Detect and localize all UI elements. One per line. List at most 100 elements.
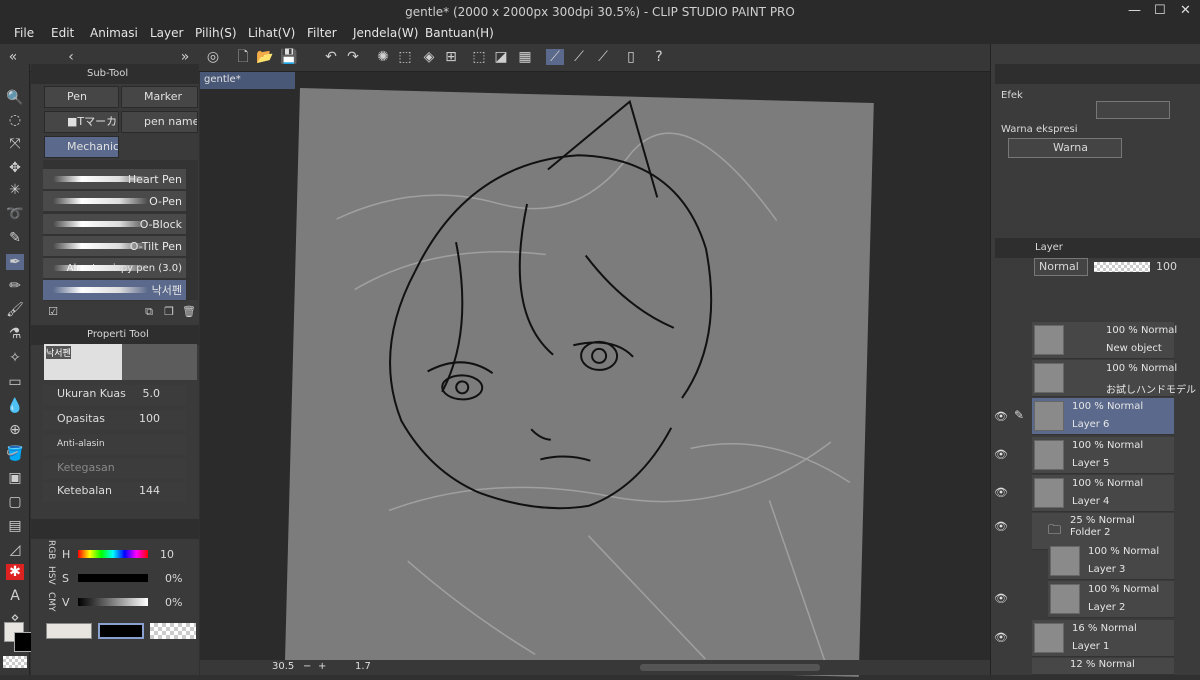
- fill-bucket-icon[interactable]: 🪣: [6, 446, 24, 462]
- gradient-icon[interactable]: ▣: [6, 470, 24, 486]
- menu-jendela[interactable]: Jendela(W): [353, 26, 418, 40]
- eye-icon[interactable]: 👁: [994, 410, 1008, 423]
- layer-opacity-slider[interactable]: [1094, 262, 1150, 272]
- redo-icon[interactable]: ↷: [344, 49, 362, 65]
- hardness-row[interactable]: Ketegasan: [43, 459, 186, 479]
- menu-bantuan[interactable]: Bantuan(H): [425, 26, 494, 40]
- tool-property-tab[interactable]: Properti Tool: [87, 329, 149, 340]
- 3d-icon[interactable]: ⊕: [6, 422, 24, 438]
- brush-o-tilt-pen[interactable]: O-Tilt Pen: [43, 236, 186, 257]
- eye-icon[interactable]: 👁: [994, 592, 1008, 605]
- thickness-row[interactable]: Ketebalan 144: [43, 482, 186, 502]
- menu-edit[interactable]: Edit: [51, 26, 74, 40]
- open-file-icon[interactable]: 📂: [256, 49, 274, 65]
- color-history-transparent[interactable]: [150, 623, 196, 639]
- selection-border-icon[interactable]: ▦: [516, 49, 534, 65]
- menu-lihat[interactable]: Lihat(V): [248, 26, 295, 40]
- layer-row[interactable]: 16 % Normal Layer 1: [1032, 620, 1174, 657]
- hue-slider[interactable]: [78, 550, 148, 558]
- frame-icon[interactable]: ▤: [6, 518, 24, 534]
- brush-heart-pen[interactable]: Heart Pen: [43, 169, 186, 190]
- subtool-settings-icon[interactable]: ☑: [44, 304, 62, 320]
- menu-layer[interactable]: Layer: [150, 26, 183, 40]
- pen-icon[interactable]: ✒: [6, 254, 24, 270]
- eye-icon[interactable]: 👁: [994, 631, 1008, 644]
- snap-grid-icon[interactable]: ⟋: [594, 49, 612, 65]
- undo-icon[interactable]: ↶: [322, 49, 340, 65]
- layer-row[interactable]: 100 % Normal Layer 3: [1048, 543, 1174, 580]
- eraser-icon[interactable]: ▭: [6, 374, 24, 390]
- color-expression-select[interactable]: Warna: [1008, 138, 1122, 158]
- magic-wand-icon[interactable]: ✳: [6, 182, 24, 198]
- subtool-tab[interactable]: Sub-Tool: [87, 68, 128, 79]
- color-history-main[interactable]: [46, 623, 92, 639]
- transform-icon[interactable]: ⊞: [442, 49, 460, 65]
- pencil-icon[interactable]: ✏: [6, 278, 24, 294]
- color-mode-rgb[interactable]: RGB: [46, 540, 56, 559]
- save-icon[interactable]: 💾: [280, 49, 298, 65]
- zoom-value[interactable]: 30.5: [272, 661, 294, 672]
- menu-animasi[interactable]: Animasi: [90, 26, 138, 40]
- deselect-icon[interactable]: ⬚: [470, 49, 488, 65]
- collapse-left-icon[interactable]: «: [4, 49, 22, 65]
- menu-filter[interactable]: Filter: [307, 26, 337, 40]
- maximize-button[interactable]: ☐: [1154, 3, 1166, 18]
- balloon-icon[interactable]: ✱: [6, 564, 24, 580]
- subtool-group-pen[interactable]: Pen: [44, 86, 119, 108]
- eyedropper-icon[interactable]: ✎: [6, 230, 24, 246]
- close-button[interactable]: ✕: [1180, 3, 1191, 18]
- effect-selector[interactable]: [1096, 101, 1170, 119]
- layer-opacity-value[interactable]: 100: [1156, 260, 1177, 273]
- layer-row[interactable]: 100 % Normal Layer 4: [1032, 475, 1174, 512]
- subtool-group-mechanica[interactable]: Mechanica: [44, 136, 119, 158]
- invert-selection-icon[interactable]: ◪: [492, 49, 510, 65]
- lasso-select-icon[interactable]: ➰: [6, 206, 24, 222]
- folder-row[interactable]: 12 % Normal: [1032, 658, 1174, 675]
- horizontal-scrollbar[interactable]: [640, 664, 820, 671]
- antialias-row[interactable]: Anti-alasin: [43, 435, 186, 455]
- delete-subtool-icon[interactable]: 🗑: [180, 304, 198, 320]
- transparent-swatch[interactable]: [3, 656, 27, 668]
- smartphone-icon[interactable]: ▯: [622, 49, 640, 65]
- duplicate-subtool-icon[interactable]: ⧉: [140, 304, 158, 320]
- eye-icon[interactable]: 👁: [994, 486, 1008, 499]
- snap-special-ruler-icon[interactable]: ⟋: [570, 49, 588, 65]
- value-slider[interactable]: [78, 598, 148, 606]
- help-icon[interactable]: ?: [650, 49, 668, 65]
- blend-mode-select[interactable]: Normal: [1034, 258, 1088, 276]
- zoom-out-button[interactable]: −: [303, 661, 311, 672]
- color-mode-hsv[interactable]: HSV: [46, 566, 56, 585]
- blend-icon[interactable]: 💧: [6, 398, 24, 414]
- layer-row[interactable]: 100 % Normal New object: [1032, 322, 1177, 359]
- clear-icon[interactable]: ⬚: [396, 49, 414, 65]
- hue-value[interactable]: 10: [160, 548, 174, 561]
- subtool-group-t-marker[interactable]: ■Tマーカー: [44, 111, 119, 133]
- snap-ruler-icon[interactable]: ⟋: [546, 49, 564, 65]
- value-value[interactable]: 0%: [165, 596, 182, 609]
- collapse-right-icon[interactable]: »: [176, 49, 194, 65]
- eye-icon[interactable]: 👁: [994, 448, 1008, 461]
- menu-file[interactable]: File: [14, 26, 34, 40]
- figure-icon[interactable]: ▢: [6, 494, 24, 510]
- loading-icon[interactable]: ✺: [374, 49, 392, 65]
- decoration-icon[interactable]: ✧: [6, 350, 24, 366]
- airbrush-icon[interactable]: ⚗: [6, 326, 24, 342]
- operation-icon[interactable]: ⤧: [6, 136, 24, 152]
- color-mode-cmy[interactable]: CMY: [46, 592, 56, 612]
- layer-row[interactable]: 100 % Normal Layer 6: [1032, 398, 1174, 435]
- brush-alma-crispy[interactable]: Alma's crispy pen (3.0): [43, 258, 186, 279]
- document-tab[interactable]: gentle*: [200, 72, 295, 89]
- minimize-button[interactable]: —: [1128, 3, 1141, 18]
- ruler-icon[interactable]: ◿: [6, 542, 24, 558]
- lasso-icon[interactable]: ◌: [6, 112, 24, 128]
- brush-nakseo-pen[interactable]: 낙서펜: [43, 280, 186, 301]
- drawing-canvas[interactable]: [284, 88, 874, 677]
- layer-tab[interactable]: Layer: [1035, 242, 1063, 253]
- opacity-value[interactable]: 100: [139, 410, 160, 428]
- brush-o-pen[interactable]: O-Pen: [43, 191, 186, 212]
- layer-row[interactable]: 100 % Normal Layer 5: [1032, 437, 1174, 474]
- new-file-icon[interactable]: 🗋: [234, 49, 252, 65]
- zoom-in-button[interactable]: +: [318, 661, 326, 672]
- thickness-value[interactable]: 144: [139, 482, 160, 500]
- color-history-sub[interactable]: [98, 623, 144, 639]
